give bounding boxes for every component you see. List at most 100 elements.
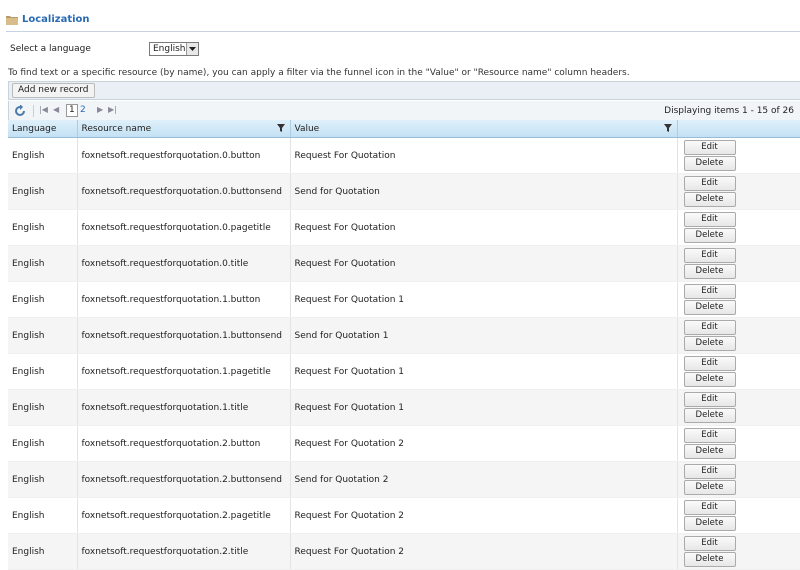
table-row[interactable]: English foxnetsoft.requestforquotation.2.… xyxy=(8,533,800,570)
cell-resource-name: foxnetsoft.requestforquotation.0.pagetit… xyxy=(77,209,291,246)
table-row[interactable]: English foxnetsoft.requestforquotation.2.… xyxy=(8,425,800,462)
delete-button[interactable]: Delete xyxy=(683,228,736,243)
table-row[interactable]: English foxnetsoft.requestforquotation.1.… xyxy=(8,317,800,354)
column-header-resource-label: Resource name xyxy=(81,123,152,134)
table-row[interactable]: English foxnetsoft.requestforquotation.0.… xyxy=(8,173,800,210)
delete-button[interactable]: Delete xyxy=(683,264,736,279)
add-new-record-button[interactable]: Add new record xyxy=(12,83,95,98)
edit-button[interactable]: Edit xyxy=(683,392,736,407)
filter-funnel-icon[interactable] xyxy=(276,124,285,135)
cell-language: English xyxy=(8,281,78,318)
delete-button[interactable]: Delete xyxy=(683,480,736,495)
page-header: Localization xyxy=(6,14,90,25)
delete-button[interactable]: Delete xyxy=(683,516,736,531)
edit-button[interactable]: Edit xyxy=(683,248,736,263)
delete-button[interactable]: Delete xyxy=(683,300,736,315)
delete-button[interactable]: Delete xyxy=(683,156,736,171)
edit-button[interactable]: Edit xyxy=(683,284,736,299)
cell-language: English xyxy=(8,173,78,210)
edit-button[interactable]: Edit xyxy=(683,464,736,479)
delete-button[interactable]: Delete xyxy=(683,372,736,387)
cell-actions: Edit Delete xyxy=(677,317,800,354)
cell-actions: Edit Delete xyxy=(677,209,800,246)
cell-value: Request For Quotation xyxy=(290,245,678,282)
refresh-icon[interactable] xyxy=(14,104,26,117)
edit-button[interactable]: Edit xyxy=(683,176,736,191)
cell-resource-name: foxnetsoft.requestforquotation.1.buttons… xyxy=(77,317,291,354)
filter-funnel-icon[interactable] xyxy=(663,124,672,135)
cell-value: Send for Quotation 1 xyxy=(290,317,678,354)
page-2-link[interactable]: 2 xyxy=(80,105,86,115)
delete-button[interactable]: Delete xyxy=(683,444,736,459)
cell-resource-name: foxnetsoft.requestforquotation.2.button xyxy=(77,425,291,462)
cell-resource-name: foxnetsoft.requestforquotation.2.title xyxy=(77,533,291,570)
cell-value: Request For Quotation xyxy=(290,209,678,246)
delete-button[interactable]: Delete xyxy=(683,552,736,567)
cell-actions: Edit Delete xyxy=(677,497,800,534)
table-row[interactable]: English foxnetsoft.requestforquotation.1.… xyxy=(8,353,800,390)
edit-button[interactable]: Edit xyxy=(683,140,736,155)
column-header-language[interactable]: Language xyxy=(8,120,78,138)
delete-button[interactable]: Delete xyxy=(683,336,736,351)
cell-actions: Edit Delete xyxy=(677,533,800,570)
cell-value: Request For Quotation 1 xyxy=(290,389,678,426)
cell-language: English xyxy=(8,497,78,534)
cell-language: English xyxy=(8,245,78,282)
column-header-value[interactable]: Value xyxy=(290,120,678,138)
cell-value: Request For Quotation 2 xyxy=(290,497,678,534)
cell-value: Send for Quotation 2 xyxy=(290,461,678,498)
cell-actions: Edit Delete xyxy=(677,353,800,390)
cell-value: Send for Quotation xyxy=(290,173,678,210)
cell-language: English xyxy=(8,137,78,174)
last-page-icon[interactable]: ▶| xyxy=(108,105,117,114)
table-row[interactable]: English foxnetsoft.requestforquotation.0.… xyxy=(8,209,800,246)
cell-value: Request For Quotation 2 xyxy=(290,533,678,570)
table-row[interactable]: English foxnetsoft.requestforquotation.1.… xyxy=(8,389,800,426)
edit-button[interactable]: Edit xyxy=(683,500,736,515)
language-select[interactable]: English xyxy=(149,42,199,56)
cell-language: English xyxy=(8,317,78,354)
resources-grid: Language Resource name Value English foxn… xyxy=(8,120,800,570)
grid-pager: |◀ ◀ 1 2 ▶ ▶| Displaying items 1 - 15 of… xyxy=(8,101,800,120)
grid-header-row: Language Resource name Value xyxy=(8,120,800,138)
language-label: Select a language xyxy=(10,44,91,54)
cell-resource-name: foxnetsoft.requestforquotation.1.pagetit… xyxy=(77,353,291,390)
table-row[interactable]: English foxnetsoft.requestforquotation.0.… xyxy=(8,137,800,174)
table-row[interactable]: English foxnetsoft.requestforquotation.1.… xyxy=(8,281,800,318)
grid-toolbar: Add new record xyxy=(8,81,800,100)
next-page-icon[interactable]: ▶ xyxy=(97,105,103,114)
cell-value: Request For Quotation xyxy=(290,137,678,174)
language-select-value: English xyxy=(153,44,186,54)
cell-value: Request For Quotation 2 xyxy=(290,425,678,462)
column-header-value-label: Value xyxy=(294,123,320,134)
cell-language: English xyxy=(8,353,78,390)
table-row[interactable]: English foxnetsoft.requestforquotation.2.… xyxy=(8,497,800,534)
cell-value: Request For Quotation 1 xyxy=(290,353,678,390)
edit-button[interactable]: Edit xyxy=(683,536,736,551)
column-header-resource-name[interactable]: Resource name xyxy=(77,120,291,138)
chevron-down-icon[interactable] xyxy=(185,43,198,55)
cell-actions: Edit Delete xyxy=(677,425,800,462)
cell-actions: Edit Delete xyxy=(677,137,800,174)
previous-page-icon[interactable]: ◀ xyxy=(53,105,59,114)
cell-resource-name: foxnetsoft.requestforquotation.0.title xyxy=(77,245,291,282)
cell-actions: Edit Delete xyxy=(677,173,800,210)
cell-actions: Edit Delete xyxy=(677,461,800,498)
edit-button[interactable]: Edit xyxy=(683,428,736,443)
cell-resource-name: foxnetsoft.requestforquotation.0.buttons… xyxy=(77,173,291,210)
edit-button[interactable]: Edit xyxy=(683,212,736,227)
cell-language: English xyxy=(8,425,78,462)
edit-button[interactable]: Edit xyxy=(683,356,736,371)
cell-resource-name: foxnetsoft.requestforquotation.2.pagetit… xyxy=(77,497,291,534)
table-row[interactable]: English foxnetsoft.requestforquotation.0.… xyxy=(8,245,800,282)
cell-resource-name: foxnetsoft.requestforquotation.1.title xyxy=(77,389,291,426)
delete-button[interactable]: Delete xyxy=(683,408,736,423)
delete-button[interactable]: Delete xyxy=(683,192,736,207)
page-1-button[interactable]: 1 xyxy=(66,104,78,117)
edit-button[interactable]: Edit xyxy=(683,320,736,335)
table-row[interactable]: English foxnetsoft.requestforquotation.2.… xyxy=(8,461,800,498)
cell-actions: Edit Delete xyxy=(677,245,800,282)
cell-language: English xyxy=(8,209,78,246)
cell-language: English xyxy=(8,461,78,498)
first-page-icon[interactable]: |◀ xyxy=(39,105,48,114)
